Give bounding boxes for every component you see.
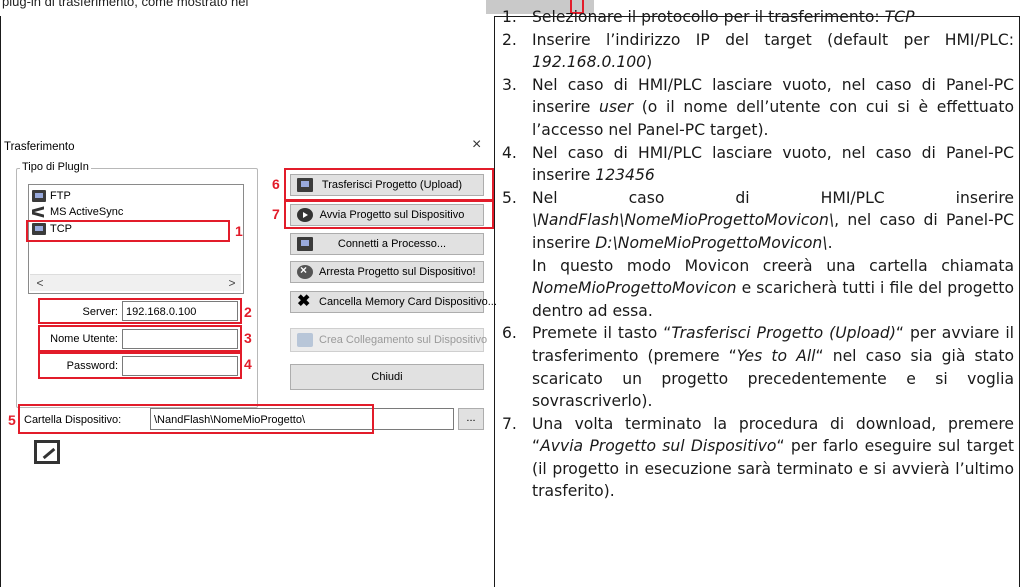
- table-border-right: [1019, 16, 1020, 587]
- callout-number: 1: [235, 223, 243, 239]
- plugin-group-label: Tipo di PlugIn: [20, 161, 91, 173]
- sync-icon: [32, 206, 46, 218]
- step-number: 4.: [502, 143, 517, 162]
- list-item: 4. Nel caso di HMI/PLC lasciare vuoto, n…: [498, 142, 1016, 187]
- delete-x-icon: ✖: [297, 293, 311, 310]
- step-text: Premete il tasto “: [532, 324, 672, 343]
- button-label: Chiudi: [371, 371, 403, 383]
- step-emphasis: Avvia Progetto sul Dispositivo: [540, 437, 777, 456]
- dialog-title: Trasferimento: [4, 141, 75, 153]
- step-text: Inserire l’indirizzo IP del target (defa…: [532, 30, 1014, 49]
- list-item-activesync[interactable]: MS ActiveSync: [32, 204, 123, 220]
- callout-number: 2: [244, 304, 252, 320]
- step-emphasis: NomeMioProgettoMovicon: [532, 279, 737, 298]
- callout-number: 7: [272, 206, 280, 222]
- callout-box-run: [284, 200, 494, 229]
- button-label: Arresta Progetto sul Dispositivo!: [319, 266, 476, 278]
- callout-box-upload: [284, 168, 494, 201]
- step-emphasis: D:\NomeMioProgettoMovicon\: [595, 233, 828, 252]
- list-item-ftp[interactable]: FTP: [32, 188, 71, 204]
- close-icon[interactable]: ×: [472, 136, 481, 154]
- plugin-label: MS ActiveSync: [50, 206, 124, 218]
- callout-box-server: [38, 298, 242, 324]
- step-number: 7.: [502, 414, 517, 433]
- step-emphasis: Yes to All: [736, 346, 816, 365]
- list-item: 6. Premete il tasto “Trasferisci Progett…: [498, 322, 1016, 412]
- transfer-dialog: Trasferimento × Tipo di PlugIn FTP MS Ac…: [0, 134, 497, 514]
- button-label: Crea Collegamento sul Dispositivo: [319, 334, 488, 346]
- cropped-text-line: plug-in di trasferimento, come mostrato …: [2, 0, 249, 9]
- callout-box-tcp: [26, 220, 230, 242]
- horizontal-scrollbar[interactable]: < >: [30, 274, 241, 291]
- step-emphasis: user: [599, 98, 634, 117]
- scroll-left-icon[interactable]: <: [32, 275, 48, 291]
- scroll-right-icon[interactable]: >: [224, 275, 240, 291]
- link-icon: [297, 333, 313, 347]
- plugin-label: FTP: [50, 190, 71, 202]
- step-number: 2.: [502, 30, 517, 49]
- step-emphasis: 192.168.0.100: [532, 53, 647, 72]
- delete-memory-card-button[interactable]: ✖ Cancella Memory Card Dispositivo...: [290, 291, 497, 313]
- connect-process-button[interactable]: Connetti a Processo...: [290, 233, 484, 255]
- list-item: 2. Inserire l’indirizzo IP del target (d…: [498, 29, 1016, 74]
- stop-icon: [297, 263, 313, 279]
- step-emphasis: \NandFlash\NomeMioProgettoMovicon\: [532, 211, 835, 230]
- step-emphasis: 123456: [595, 166, 655, 185]
- list-item: 5. Nel caso di HMI/PLC inserire \NandFla…: [498, 187, 1016, 323]
- callout-number: 5: [8, 412, 16, 428]
- callout-number: 3: [244, 330, 252, 346]
- create-link-button[interactable]: Crea Collegamento sul Dispositivo: [290, 328, 487, 352]
- callout-box-password: [38, 352, 242, 379]
- list-item: 7. Una volta terminato la procedura di d…: [498, 413, 1016, 503]
- instruction-list: 1. Selezionare il protocollo per il tras…: [498, 6, 1016, 503]
- callout-box-user: [38, 325, 242, 352]
- button-label: Connetti a Processo...: [337, 238, 447, 250]
- callout-box-folder: [18, 404, 374, 434]
- step-number: 6.: [502, 324, 517, 343]
- step-text: ): [646, 53, 653, 72]
- step-continuation: In questo modo Movicon creerà una cartel…: [532, 255, 1014, 323]
- list-item: 1. Selezionare il protocollo per il tras…: [498, 6, 1016, 29]
- step-number: 1.: [502, 8, 517, 26]
- step-text: .: [827, 233, 833, 252]
- browse-button[interactable]: ...: [458, 408, 484, 430]
- step-text: Nel caso di HMI/PLC inserire: [532, 188, 1014, 207]
- callout-number: 4: [244, 356, 252, 372]
- connect-icon: [297, 237, 313, 251]
- callout-number: 6: [272, 176, 280, 192]
- list-item: 3. Nel caso di HMI/PLC lasciare vuoto, n…: [498, 74, 1016, 142]
- instructions-column: 1. Selezionare il protocollo per il tras…: [498, 0, 1018, 587]
- step-number: 3.: [502, 75, 517, 94]
- step-number: 5.: [502, 188, 517, 207]
- step-text: Selezionare il protocollo per il trasfer…: [532, 8, 885, 26]
- plugin-icon: [32, 190, 46, 202]
- button-label: Cancella Memory Card Dispositivo...: [319, 296, 497, 308]
- step-text: In questo modo Movicon creerà una cartel…: [532, 256, 1014, 275]
- step-emphasis: TCP: [884, 8, 915, 26]
- step-emphasis: Trasferisci Progetto (Upload): [671, 324, 896, 343]
- close-button[interactable]: Chiudi: [290, 364, 484, 390]
- edit-icon: [34, 440, 60, 464]
- stop-project-button[interactable]: Arresta Progetto sul Dispositivo!: [290, 261, 484, 283]
